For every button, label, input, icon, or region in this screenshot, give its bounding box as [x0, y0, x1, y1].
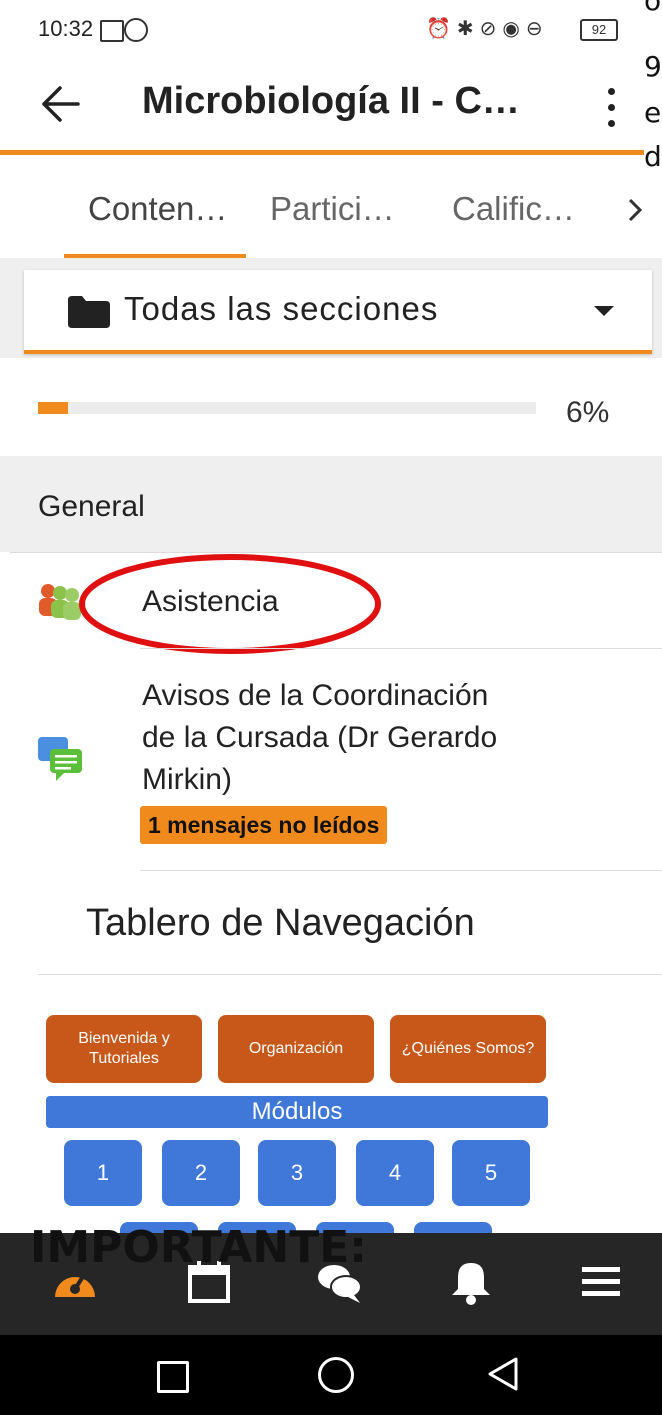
status-time: 10:32	[38, 16, 94, 41]
notifications-icon[interactable]	[448, 1259, 494, 1305]
welcome-tutorials-button[interactable]: Bienvenida y Tutoriales	[46, 1015, 202, 1083]
activity-title-line: Mirkin)	[142, 763, 232, 796]
home-icon[interactable]	[318, 1357, 354, 1393]
battery-indicator: 92	[580, 19, 618, 41]
annotation-circle	[79, 554, 381, 654]
navigation-board-heading: Tablero de Navegación	[86, 902, 475, 944]
progress-percent: 6%	[566, 396, 610, 429]
chevron-down-icon	[594, 306, 614, 316]
edge-overlay-char: 9	[644, 50, 662, 83]
module-2-button[interactable]: 2	[162, 1140, 240, 1206]
unread-badge: 1 mensajes no leídos	[140, 806, 388, 844]
overlay-important-text: IMPORTANTE:	[30, 1222, 367, 1273]
section-title: General	[38, 490, 145, 523]
status-icons: ⏰✱⊘◉⊖	[426, 18, 549, 40]
organization-button[interactable]: Organización	[218, 1015, 374, 1083]
forum-icon	[38, 737, 82, 781]
edge-overlay-char: o	[644, 0, 662, 17]
tab-grades[interactable]: Calific…	[452, 190, 575, 228]
system-navigation-bar	[0, 1335, 662, 1415]
folder-icon	[68, 296, 110, 328]
module-5-button[interactable]: 5	[452, 1140, 530, 1206]
divider	[140, 870, 662, 871]
tab-contents[interactable]: Conten…	[88, 190, 227, 228]
activity-title-line: Avisos de la Coordinación	[142, 679, 489, 712]
activity-title-line: de la Cursada (Dr Gerardo	[142, 721, 498, 754]
progress-fill	[38, 402, 68, 414]
module-4-button[interactable]: 4	[356, 1140, 434, 1206]
tab-participants[interactable]: Partici…	[270, 190, 395, 228]
modules-header: Módulos	[46, 1096, 548, 1128]
back-triangle-icon[interactable]	[486, 1355, 520, 1393]
edge-overlay-char: d	[644, 140, 662, 173]
edge-overlay-char: e	[644, 96, 662, 129]
page-title: Microbiología II - C…	[142, 80, 520, 122]
back-arrow-icon[interactable]	[38, 84, 82, 124]
module-3-button[interactable]: 3	[258, 1140, 336, 1206]
more-options-icon[interactable]	[604, 88, 618, 128]
chevron-right-icon[interactable]	[624, 192, 648, 228]
menu-icon[interactable]	[580, 1259, 626, 1305]
appbar-accent-line	[0, 150, 644, 155]
divider	[38, 974, 662, 975]
section-picker[interactable]: Todas las secciones	[24, 270, 652, 354]
whatsapp-icon	[124, 18, 148, 42]
status-bar: 10:32 ⏰✱⊘◉⊖ 92	[0, 0, 662, 64]
section-picker-label: Todas las secciones	[124, 290, 439, 327]
course-progress-bar	[38, 402, 536, 414]
who-we-are-button[interactable]: ¿Quiénes Somos?	[390, 1015, 546, 1083]
module-1-button[interactable]: 1	[64, 1140, 142, 1206]
gallery-icon	[100, 20, 124, 42]
recents-icon[interactable]	[157, 1361, 189, 1393]
